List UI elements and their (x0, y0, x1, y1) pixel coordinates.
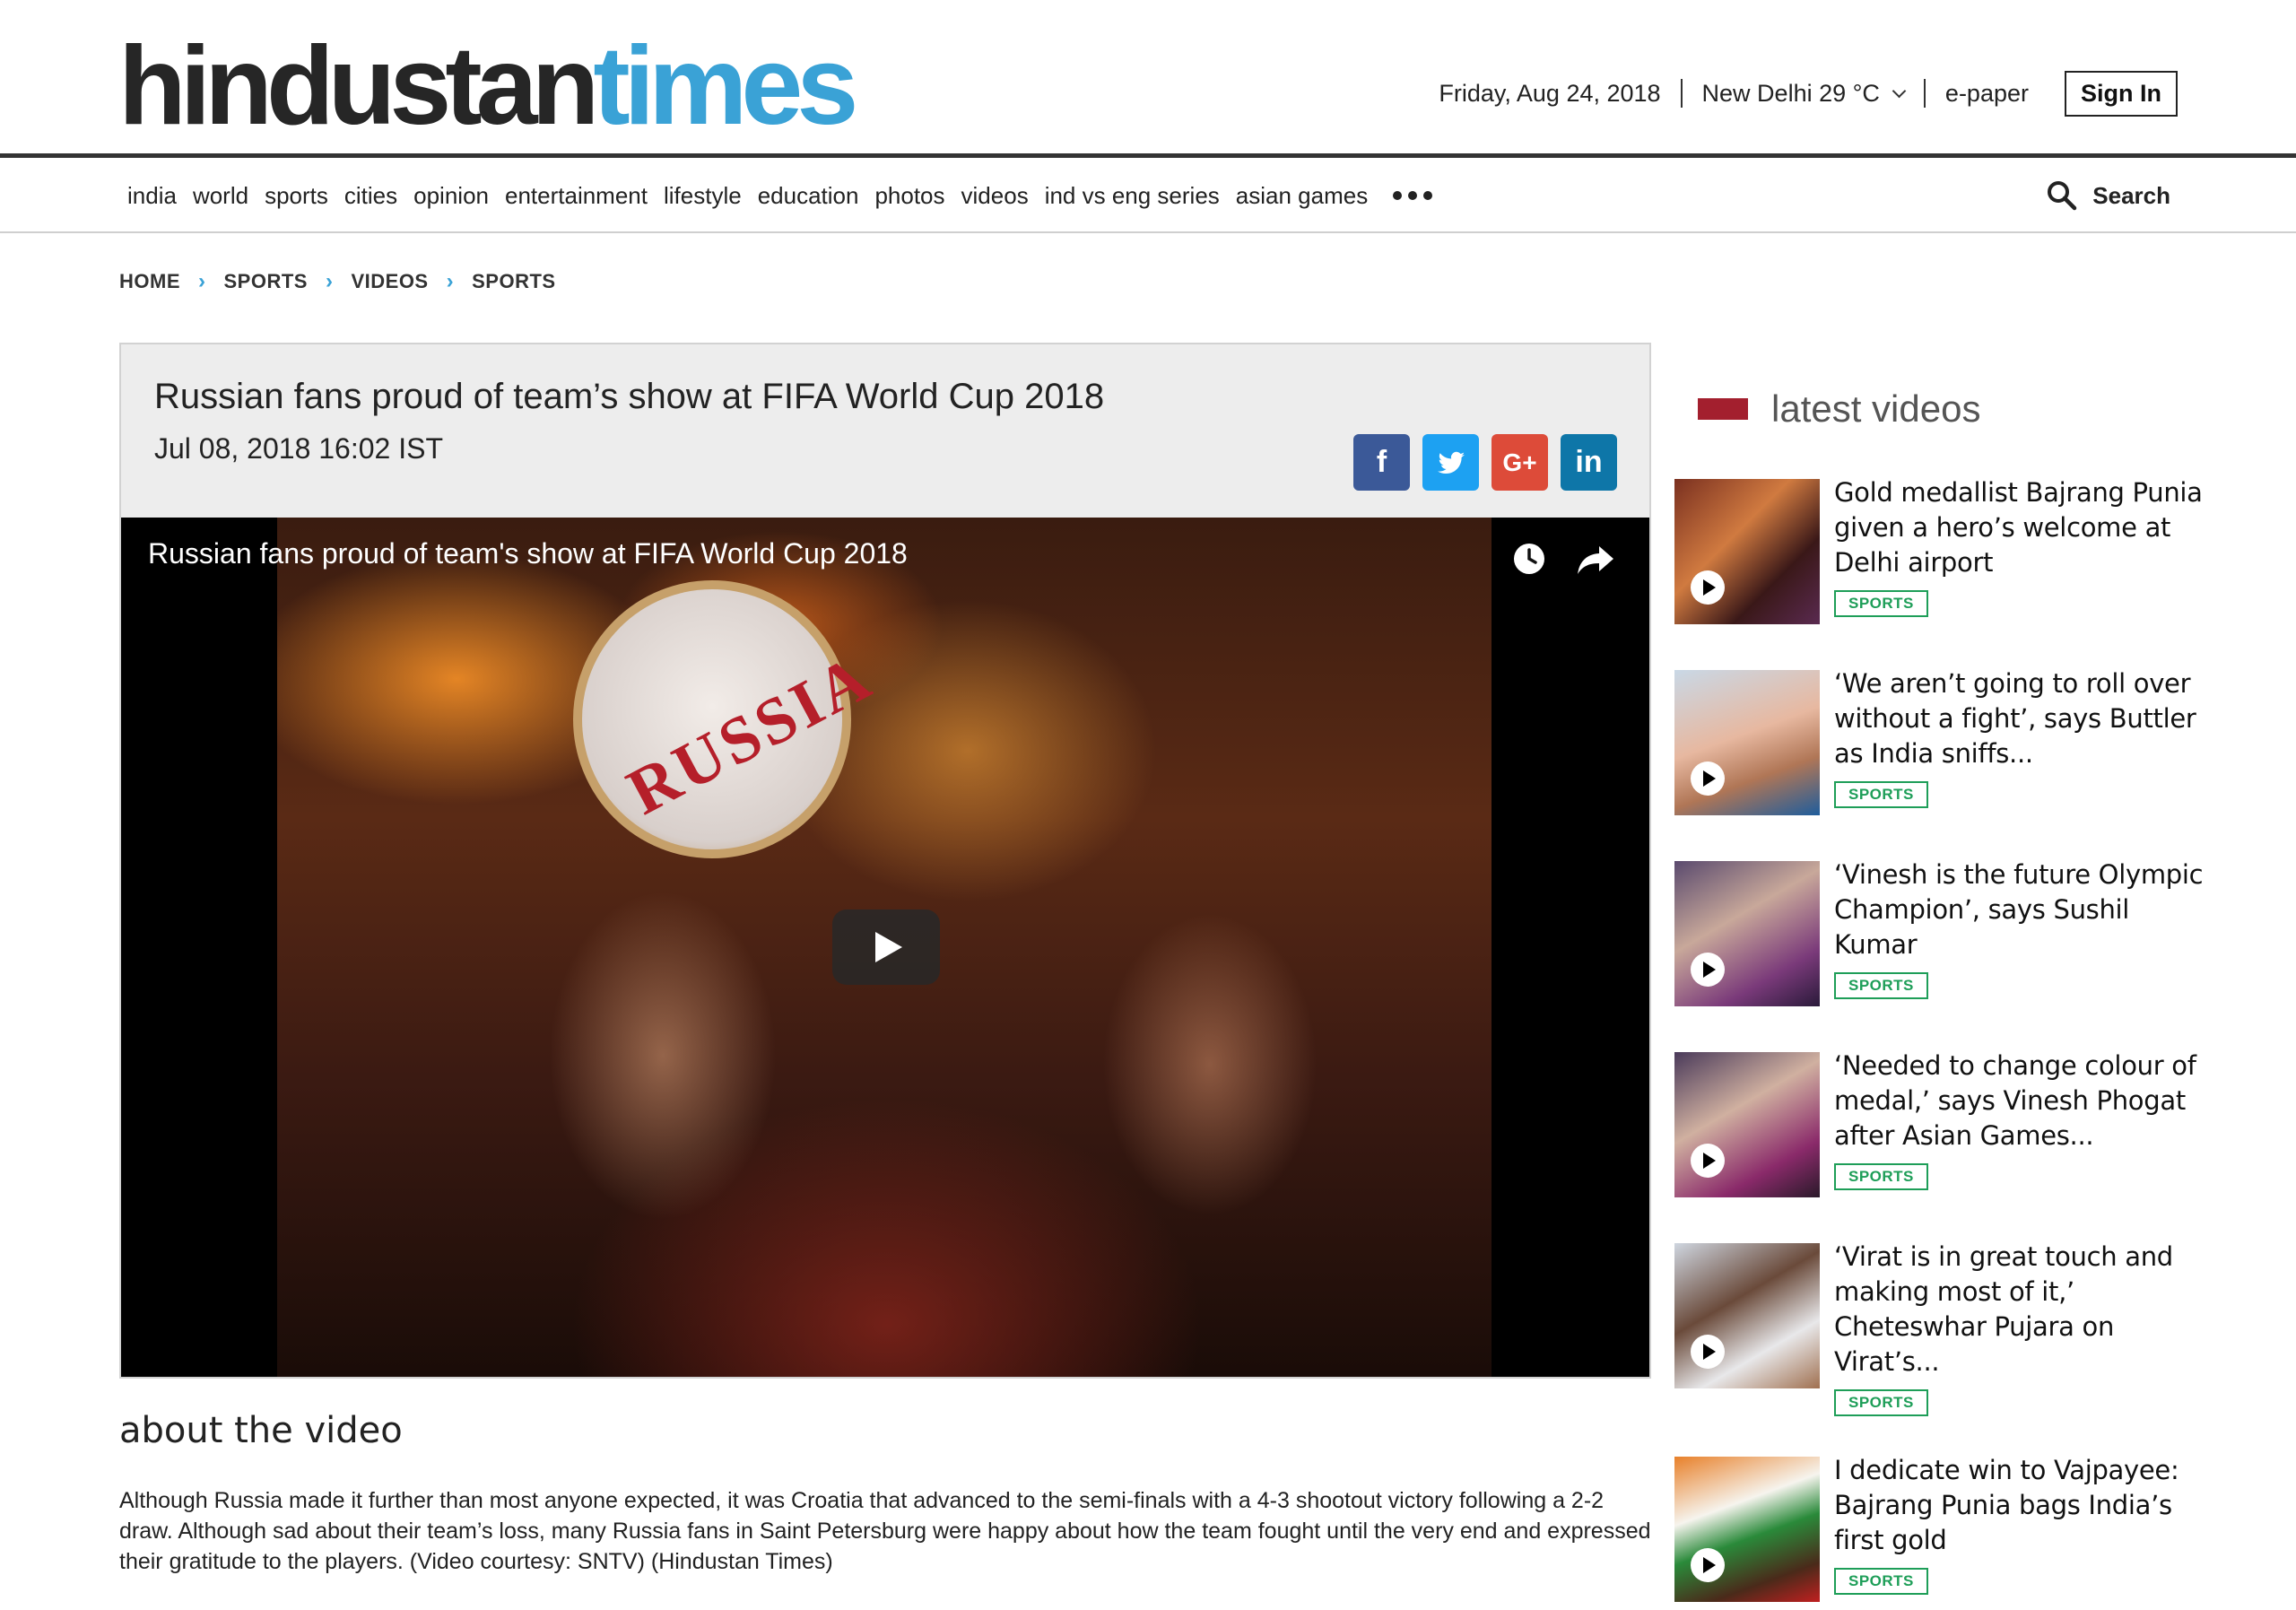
video-card: Russian fans proud of team’s show at FIF… (119, 343, 1651, 1379)
hat-text: RUSSIA (615, 640, 885, 830)
video-thumbnail[interactable] (1674, 479, 1820, 624)
video-player[interactable]: RUSSIA Russian fans proud of team's show… (121, 518, 1649, 1377)
section-marker (1698, 398, 1748, 420)
logo-text-times: times (593, 24, 858, 148)
watch-later-icon[interactable] (1511, 541, 1547, 577)
breadcrumb-sports-current[interactable]: SPORTS (472, 270, 555, 293)
nav-item-photos[interactable]: photos (874, 182, 944, 210)
nav-item-india[interactable]: india (127, 182, 177, 210)
breadcrumb-videos[interactable]: VIDEOS (351, 270, 428, 293)
breadcrumb-sports[interactable]: SPORTS (224, 270, 308, 293)
breadcrumb: HOME › SPORTS › VIDEOS › SPORTS (119, 269, 556, 294)
category-tag[interactable]: SPORTS (1834, 972, 1928, 999)
chevron-right-icon: › (446, 269, 455, 293)
weather-text: New Delhi 29 °C (1701, 79, 1880, 107)
video-thumbnail[interactable] (1674, 861, 1820, 1006)
weather-dropdown[interactable]: New Delhi 29 °C (1701, 79, 1907, 108)
chevron-right-icon: › (198, 269, 206, 293)
linkedin-icon: in (1575, 445, 1603, 479)
latest-videos-title: latest videos (1771, 387, 1981, 430)
sign-in-button[interactable]: Sign In (2065, 70, 2178, 117)
category-tag[interactable]: SPORTS (1834, 590, 1928, 617)
nav-item-lifestyle[interactable]: lifestyle (664, 182, 742, 210)
video-title[interactable]: ‘Virat is in great touch and making most… (1834, 1240, 2211, 1379)
main-nav: india world sports cities opinion entert… (0, 158, 2296, 233)
about-description: Although Russia made it further than mos… (119, 1488, 1651, 1574)
player-title: Russian fans proud of team's show at FIF… (148, 537, 908, 570)
share-icon[interactable] (1576, 541, 1615, 577)
play-icon (1691, 570, 1725, 605)
play-icon (1691, 953, 1725, 987)
site-logo[interactable]: hindustantimes (118, 30, 858, 142)
breadcrumb-home[interactable]: HOME (119, 270, 180, 293)
category-tag[interactable]: SPORTS (1834, 1568, 1928, 1595)
play-icon (1691, 1335, 1725, 1369)
search-button[interactable]: Search (2046, 158, 2170, 233)
nav-item-asian-games[interactable]: asian games (1236, 182, 1368, 210)
hat-graphic: RUSSIA (573, 580, 884, 858)
google-plus-share-button[interactable]: G+ (1492, 434, 1548, 491)
chevron-right-icon: › (325, 269, 334, 293)
top-utility-bar: Friday, Aug 24, 2018 New Delhi 29 °C e-p… (1439, 68, 2178, 118)
video-thumbnail[interactable] (1674, 1457, 1820, 1602)
article-date: Jul 08, 2018 16:02 IST (154, 432, 443, 465)
category-tag[interactable]: SPORTS (1834, 781, 1928, 808)
linkedin-share-button[interactable]: in (1561, 434, 1617, 491)
nav-item-entertainment[interactable]: entertainment (505, 182, 648, 210)
play-icon (1691, 1548, 1725, 1582)
epaper-link[interactable]: e-paper (1945, 80, 2029, 108)
play-icon (1691, 1144, 1725, 1178)
more-menu-icon[interactable] (1393, 191, 1433, 200)
divider (1923, 79, 1926, 108)
video-thumbnail[interactable] (1674, 1052, 1820, 1197)
article-title: Russian fans proud of team’s show at FIF… (154, 377, 1105, 416)
nav-item-world[interactable]: world (193, 182, 248, 210)
video-title[interactable]: ‘We aren’t going to roll over without a … (1834, 666, 2211, 771)
category-tag[interactable]: SPORTS (1834, 1389, 1928, 1416)
nav-item-sports[interactable]: sports (265, 182, 328, 210)
current-date: Friday, Aug 24, 2018 (1439, 79, 1661, 107)
chevron-down-icon (1892, 83, 1907, 98)
video-title[interactable]: ‘Vinesh is the future Olympic Champion’,… (1834, 857, 2211, 962)
video-title[interactable]: I dedicate win to Vajpayee: Bajrang Puni… (1834, 1453, 2211, 1558)
play-icon (875, 932, 902, 962)
facebook-share-button[interactable]: f (1353, 434, 1410, 491)
nav-item-videos[interactable]: videos (961, 182, 1029, 210)
site-header: hindustantimes Friday, Aug 24, 2018 New … (0, 0, 2296, 154)
google-plus-icon: G+ (1502, 448, 1537, 476)
divider (1680, 79, 1683, 108)
share-buttons: f G+ in (1353, 434, 1617, 491)
latest-videos-header: latest videos (1698, 387, 1980, 431)
search-label: Search (2092, 181, 2170, 209)
category-tag[interactable]: SPORTS (1834, 1163, 1928, 1190)
nav-item-ind-vs-eng-series[interactable]: ind vs eng series (1045, 182, 1220, 210)
facebook-icon: f (1376, 445, 1387, 479)
video-thumbnail[interactable] (1674, 670, 1820, 815)
play-button[interactable] (832, 909, 940, 985)
video-title[interactable]: ‘Needed to change colour of medal,’ says… (1834, 1049, 2211, 1153)
nav-item-cities[interactable]: cities (344, 182, 397, 210)
video-title[interactable]: Gold medallist Bajrang Punia given a her… (1834, 475, 2211, 580)
nav-item-education[interactable]: education (758, 182, 859, 210)
logo-text-hindustan: hindustan (118, 24, 599, 148)
search-icon (2048, 181, 2077, 211)
about-heading: about the video (119, 1410, 403, 1451)
nav-item-opinion[interactable]: opinion (413, 182, 489, 210)
twitter-share-button[interactable] (1422, 434, 1479, 491)
twitter-icon (1437, 451, 1465, 474)
play-icon (1691, 761, 1725, 796)
video-thumbnail[interactable] (1674, 1243, 1820, 1388)
